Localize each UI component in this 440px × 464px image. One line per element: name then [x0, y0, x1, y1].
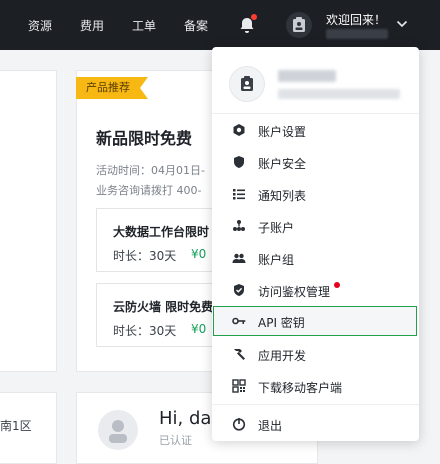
profile-greeting: Hi, da	[159, 408, 212, 429]
gear-hex-icon	[233, 124, 245, 136]
power-icon	[232, 418, 246, 431]
menu-item-access-auth[interactable]: 访问鉴权管理	[212, 275, 419, 305]
group-icon	[232, 253, 246, 263]
chevron-down-icon[interactable]	[396, 18, 408, 30]
menu-item-label: 账户安全	[258, 157, 307, 171]
menu-item-account-groups[interactable]: 账户组	[212, 243, 419, 273]
user-icon	[109, 420, 127, 443]
menu-item-label: 应用开发	[258, 349, 307, 363]
welcome-text: 欢迎回来！	[326, 13, 387, 27]
menu-item-logout[interactable]: 退出	[212, 409, 419, 439]
verified-status: 已认证	[159, 434, 192, 447]
avatar	[229, 66, 265, 102]
menu-item-download-mobile[interactable]: 下载移动客户端	[212, 371, 419, 401]
qr-icon	[232, 379, 246, 393]
promo-title: 新品限时免费	[96, 129, 193, 148]
account-name-blurred	[278, 70, 336, 82]
left-panel	[0, 70, 57, 372]
menu-item-sub-accounts[interactable]: 子账户	[212, 211, 419, 241]
menu-item-label: 下载移动客户端	[258, 381, 343, 395]
promo-card-price: ¥0	[191, 247, 207, 261]
avatar[interactable]	[286, 12, 312, 38]
shield-icon	[234, 156, 244, 168]
nav-item-billing[interactable]: 费用	[80, 17, 104, 34]
top-nav-bar: 资源 费用 工单 备案 欢迎回来！	[0, 0, 440, 50]
menu-item-label: 子账户	[258, 221, 295, 235]
profile-avatar	[98, 410, 138, 450]
menu-item-notifications[interactable]: 通知列表	[212, 179, 419, 209]
menu-item-label: 账户组	[258, 253, 295, 267]
menu-item-label: 通知列表	[258, 189, 307, 203]
promo-time: 活动时间：04月01日-	[96, 164, 205, 177]
hammer-icon	[234, 349, 245, 360]
account-dropdown-menu: 账户设置 账户安全 通知列表 子账户 账户组 访问鉴权管理 API 密钥 应用开…	[212, 47, 419, 441]
menu-item-label: 退出	[258, 419, 283, 433]
region-label: 南1区	[0, 419, 32, 433]
promo-consult: 业务咨询请拨打 400-	[96, 184, 202, 197]
notification-dot	[251, 14, 257, 20]
menu-item-label: 访问鉴权管理	[258, 285, 331, 299]
menu-item-account-settings[interactable]: 账户设置	[212, 115, 419, 145]
list-icon	[233, 189, 245, 200]
promo-tag: 产品推荐	[76, 77, 148, 99]
promo-card-title: 大数据工作台限时	[113, 225, 210, 239]
menu-item-label: 账户设置	[258, 125, 307, 139]
user-badge-icon	[241, 76, 253, 91]
shield-check-icon	[234, 284, 244, 296]
user-badge-icon	[293, 17, 305, 32]
divider	[212, 113, 419, 114]
menu-item-label: API 密钥	[258, 316, 305, 330]
divider	[212, 404, 419, 405]
menu-item-account-security[interactable]: 账户安全	[212, 147, 419, 177]
promo-card[interactable]: 大数据工作台限时 时长：30天 ¥0	[96, 208, 228, 272]
new-badge-dot	[334, 282, 340, 288]
account-id-blurred	[278, 89, 400, 99]
promo-card-price: ¥0	[191, 322, 207, 336]
promo-card-duration: 时长：30天	[113, 249, 177, 263]
nav-item-tickets[interactable]: 工单	[132, 17, 156, 34]
promo-card-title: 云防火墙 限时免费	[113, 300, 214, 314]
menu-item-app-development[interactable]: 应用开发	[212, 339, 419, 369]
promo-card-duration: 时长：30天	[113, 324, 177, 338]
user-name-blurred	[326, 29, 388, 39]
nav-item-resources[interactable]: 资源	[28, 17, 52, 34]
menu-item-api-keys[interactable]: API 密钥	[212, 306, 419, 336]
key-icon	[232, 317, 246, 325]
nav-item-icp[interactable]: 备案	[184, 17, 208, 34]
promo-card[interactable]: 云防火墙 限时免费 时长：30天 ¥0	[96, 283, 228, 347]
org-icon	[233, 220, 245, 231]
